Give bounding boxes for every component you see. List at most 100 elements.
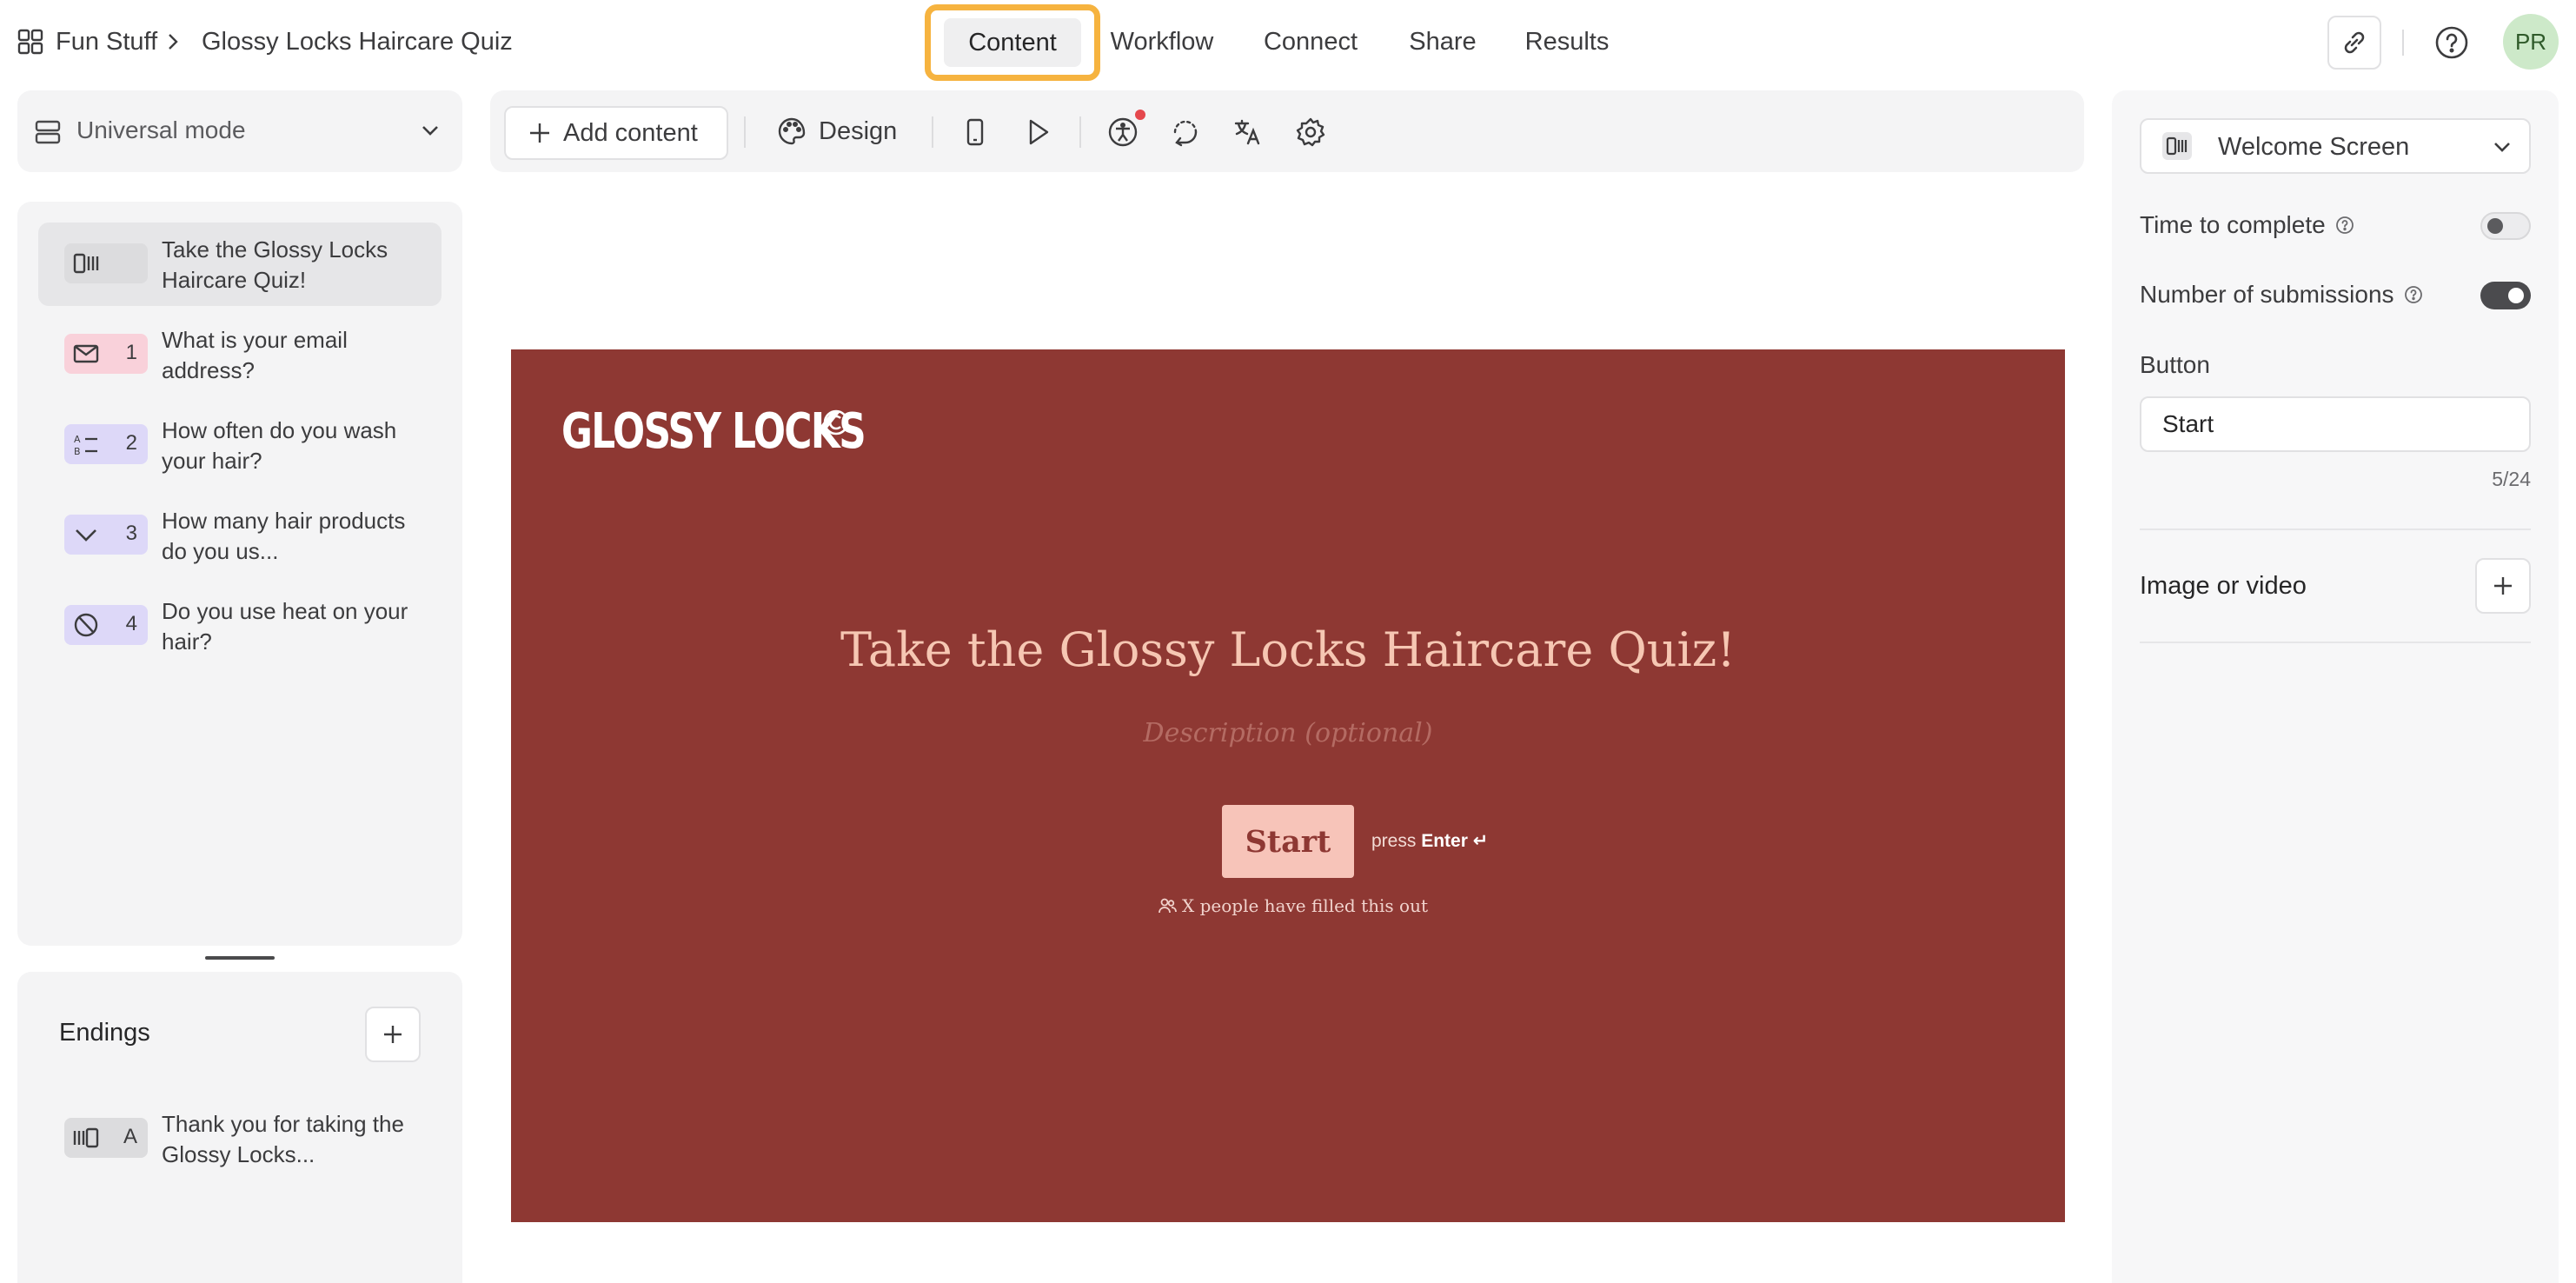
mail-icon	[73, 344, 99, 363]
question-type-badge	[64, 243, 148, 283]
welcome-screen-icon	[73, 253, 99, 274]
svg-text:A: A	[74, 434, 81, 445]
grid-icon[interactable]	[17, 29, 43, 55]
list-item-question-4[interactable]: 4 Do you use heat on your hair?	[38, 584, 442, 668]
translate-icon[interactable]	[1232, 116, 1264, 148]
tab-workflow[interactable]: Workflow	[1105, 0, 1218, 83]
add-ending-button[interactable]	[365, 1007, 421, 1062]
question-type-badge: 3	[64, 515, 148, 555]
submissions-setting: Number of submissions	[2140, 281, 2424, 309]
tab-content[interactable]: Content	[925, 4, 1100, 81]
add-content-label: Add content	[563, 118, 698, 147]
design-button[interactable]: Design	[777, 116, 897, 146]
avatar[interactable]: PR	[2503, 14, 2559, 70]
list-item-question-3[interactable]: 3 How many hair products do you us...	[38, 494, 442, 577]
question-type-badge: 1	[64, 334, 148, 374]
info-icon[interactable]	[2403, 284, 2424, 305]
list-item-label: Thank you for taking the Glossy Locks...	[162, 1111, 404, 1167]
chevron-down-icon	[2494, 143, 2510, 152]
panel-resize-handle[interactable]	[205, 956, 275, 960]
help-icon[interactable]	[2433, 24, 2470, 61]
plus-icon	[2494, 577, 2512, 595]
breadcrumb-form-title[interactable]: Glossy Locks Haircare Quiz	[202, 0, 513, 83]
copy-link-button[interactable]	[2327, 16, 2381, 70]
logic-icon[interactable]	[1170, 116, 1201, 148]
editor-toolbar	[490, 90, 2084, 172]
endings-title: Endings	[59, 1019, 150, 1047]
question-number: 3	[125, 522, 137, 545]
play-icon[interactable]	[1022, 116, 1053, 148]
copyright-icon	[823, 409, 849, 435]
screen-type-label: Welcome Screen	[2218, 133, 2410, 161]
yes-no-icon	[74, 613, 98, 637]
button-text-input[interactable]	[2140, 396, 2531, 452]
list-item-question-2[interactable]: A B 2 How often do you wash your hair?	[38, 403, 442, 487]
question-type-badge: 4	[64, 605, 148, 645]
description-placeholder[interactable]: Description (optional)	[511, 718, 2065, 748]
plus-icon	[384, 1026, 402, 1043]
submissions-count-text: X people have filled this out	[1182, 895, 1428, 916]
welcome-title[interactable]: Take the Glossy Locks Haircare Quiz!	[511, 622, 2065, 677]
list-item-question-1[interactable]: 1 What is your email address?	[38, 313, 442, 396]
accessibility-icon[interactable]	[1107, 116, 1139, 148]
palette-icon	[778, 117, 806, 145]
screen-type-select[interactable]: Welcome Screen	[2140, 118, 2531, 174]
layout-rows-icon	[35, 120, 61, 144]
character-count: 5/24	[2492, 468, 2531, 490]
notification-dot	[1135, 110, 1145, 120]
svg-text:B: B	[74, 446, 81, 456]
tab-results[interactable]: Results	[1519, 0, 1615, 83]
link-icon	[2344, 31, 2365, 54]
tab-content-label: Content	[944, 18, 1081, 67]
tab-share[interactable]: Share	[1403, 0, 1483, 83]
start-button[interactable]: Start	[1222, 805, 1354, 878]
plus-icon	[530, 123, 549, 143]
image-or-video-label: Image or video	[2140, 572, 2307, 600]
question-number: 1	[125, 341, 137, 364]
design-label: Design	[819, 116, 898, 145]
brand-logo: GLOSSY LOCKS	[561, 403, 866, 460]
submissions-toggle[interactable]	[2480, 282, 2531, 309]
toggle-knob	[2487, 218, 2503, 234]
time-to-complete-setting: Time to complete	[2140, 211, 2355, 239]
mobile-preview-icon[interactable]	[959, 116, 991, 148]
toggle-knob	[2508, 288, 2524, 303]
chevron-right-icon	[169, 34, 178, 50]
question-number: 2	[125, 431, 137, 455]
list-item-label: How often do you wash your hair?	[162, 417, 397, 474]
ending-type-badge: A	[64, 1118, 148, 1158]
list-item-label: What is your email address?	[162, 327, 348, 383]
mode-label: Universal mode	[76, 116, 246, 143]
list-item-label: Do you use heat on your hair?	[162, 598, 408, 655]
toolbar-divider	[744, 116, 746, 148]
breadcrumb-workspace[interactable]: Fun Stuff	[56, 0, 157, 83]
tab-connect[interactable]: Connect	[1255, 0, 1366, 83]
submissions-count: X people have filled this out	[1158, 895, 1428, 916]
divider	[2402, 30, 2404, 56]
list-item-welcome-screen[interactable]: Take the Glossy Locks Haircare Quiz!	[38, 223, 442, 306]
toolbar-divider	[1079, 116, 1081, 148]
list-item-ending-a[interactable]: A Thank you for taking the Glossy Locks.…	[38, 1097, 442, 1180]
end-screen-icon	[73, 1127, 99, 1148]
settings-gear-icon[interactable]	[1295, 116, 1326, 148]
submissions-label: Number of submissions	[2140, 281, 2394, 308]
list-item-label: How many hair products do you us...	[162, 508, 406, 564]
add-image-button[interactable]	[2475, 558, 2531, 614]
multiple-choice-icon: A B	[74, 434, 97, 456]
divider	[2140, 642, 2531, 643]
toolbar-divider	[932, 116, 933, 148]
button-field-label: Button	[2140, 351, 2210, 378]
top-bar: Fun Stuff Glossy Locks Haircare Quiz Con…	[0, 0, 2576, 83]
time-to-complete-toggle[interactable]	[2480, 212, 2531, 240]
form-canvas	[511, 349, 2065, 1222]
add-content-button[interactable]: Add content	[504, 106, 728, 160]
info-icon[interactable]	[2334, 215, 2355, 236]
divider	[2140, 528, 2531, 530]
settings-panel	[2112, 90, 2559, 1283]
keyboard-hint-key: Enter ↵	[1421, 831, 1489, 851]
chevron-down-icon	[422, 126, 438, 136]
keyboard-hint: press Enter ↵	[1371, 830, 1488, 852]
dropdown-icon	[76, 529, 96, 542]
screen-type-badge	[2162, 132, 2192, 160]
list-item-label: Take the Glossy Locks Haircare Quiz!	[162, 236, 388, 293]
